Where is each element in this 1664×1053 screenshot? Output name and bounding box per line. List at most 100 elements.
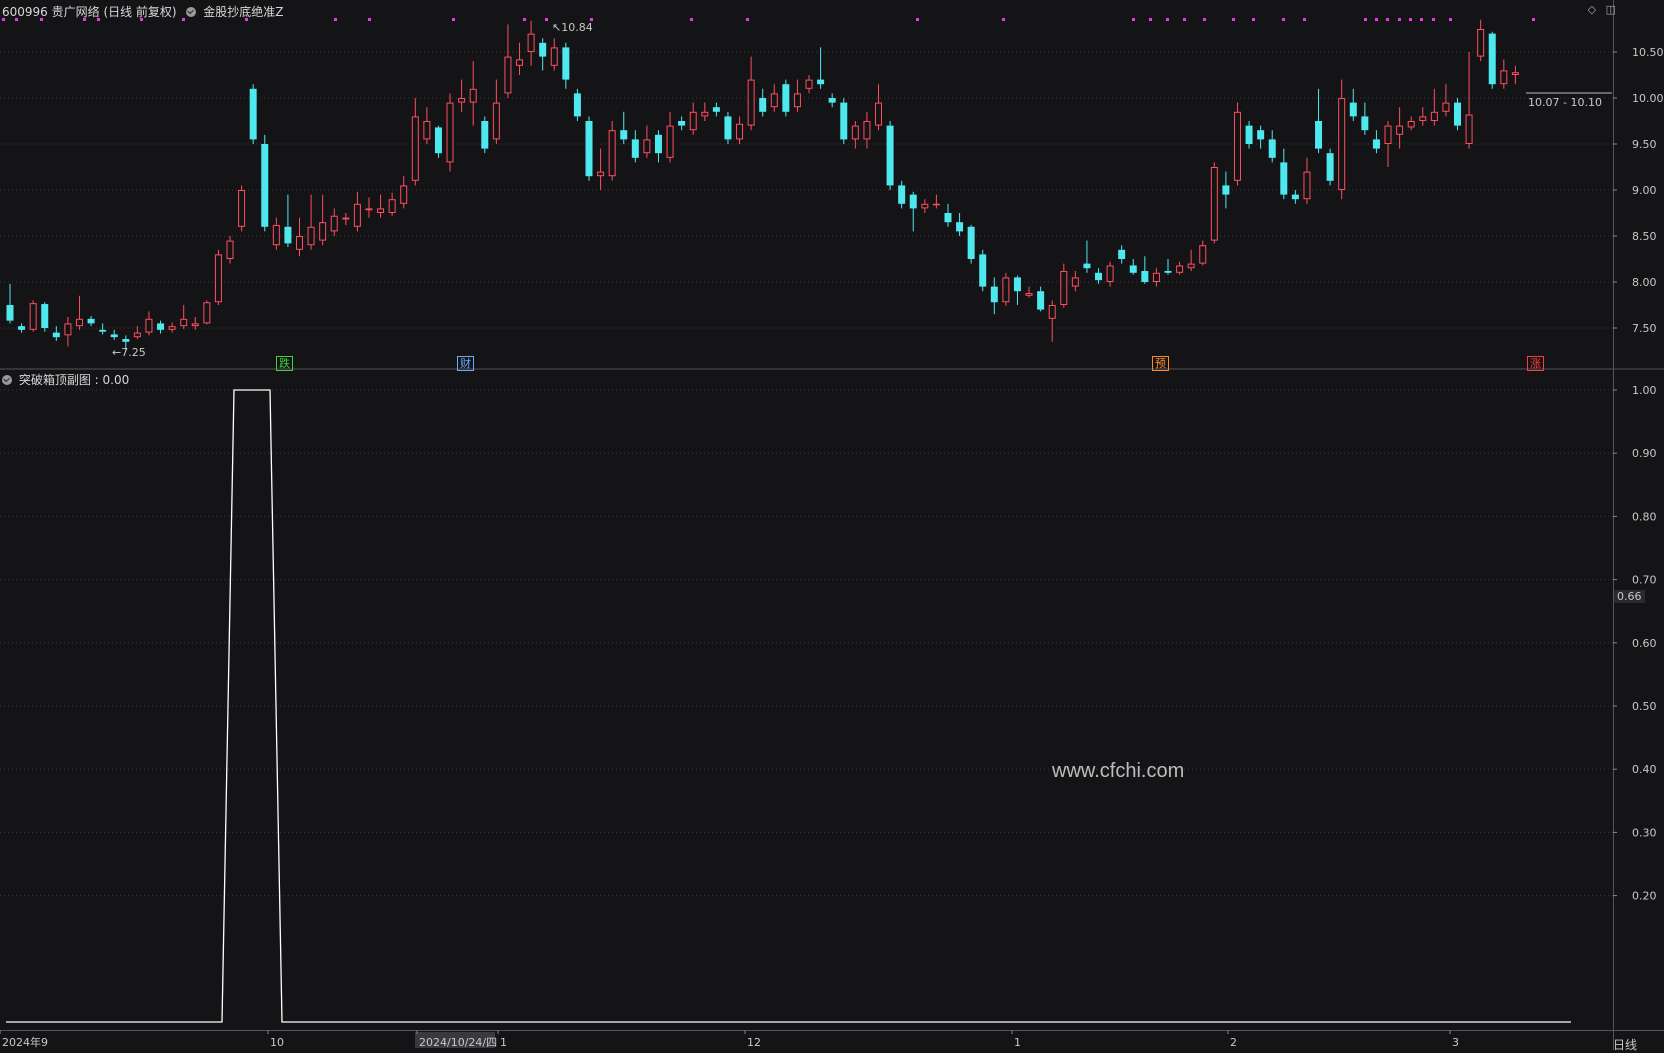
candle-body: [1118, 249, 1126, 259]
stock-chart[interactable]: 10.5010.009.509.008.508.007.501.000.900.…: [0, 0, 1664, 1050]
sub-tick-label: 0.20: [1632, 890, 1657, 903]
candle-body: [886, 125, 894, 186]
candle-body: [736, 123, 744, 140]
candle-body: [712, 107, 720, 112]
candle-body: [168, 326, 176, 330]
candle-body: [1129, 265, 1137, 273]
time-tick-label: 1: [500, 1036, 507, 1049]
stock-title[interactable]: 600996 贵广网络 (日线 前复权): [2, 5, 177, 19]
candle-body: [990, 286, 998, 303]
candle-body: [1233, 111, 1241, 181]
candle-body: [1106, 265, 1114, 283]
candle-body: [110, 334, 118, 338]
signal-badge-die[interactable]: 跌: [276, 356, 293, 371]
price-tick-label: 9.50: [1632, 138, 1657, 151]
indicator-name[interactable]: 金股抄底绝准Z: [203, 5, 283, 19]
candle-body: [157, 323, 165, 330]
candle-body: [1419, 116, 1427, 122]
candle-body: [793, 93, 801, 108]
candle-body: [238, 190, 246, 227]
cursor-value-label: 0.66: [1614, 590, 1645, 603]
signal-badge-zhang[interactable]: 涨: [1527, 356, 1544, 371]
sub-tick-label: 1.00: [1632, 384, 1657, 397]
sub-tick-label: 0.70: [1632, 574, 1657, 587]
sub-chart-header: 突破箱顶副图 : 0.00: [0, 371, 129, 388]
candle-body: [1060, 270, 1068, 305]
candle-body: [122, 339, 130, 342]
candle-body: [307, 226, 315, 246]
indicator-toggle-icon[interactable]: [186, 7, 197, 17]
candle-body: [1372, 139, 1380, 149]
time-tick-label: 10: [270, 1036, 284, 1049]
signal-dot: [746, 18, 749, 21]
candle-body: [203, 302, 211, 324]
candle-body: [724, 116, 732, 140]
candle-body: [678, 121, 686, 126]
candle-body: [1315, 121, 1323, 149]
candle-body: [805, 79, 813, 89]
time-tick-label: 2024年9: [2, 1035, 48, 1049]
chart-toolbar: ◇ ◫: [1582, 3, 1616, 16]
candle-body: [1199, 245, 1207, 264]
signal-dot: [690, 18, 693, 21]
candle-body: [191, 323, 199, 327]
period-label[interactable]: 日线: [1613, 1036, 1637, 1053]
candle-body: [1280, 162, 1288, 195]
candle-body: [18, 326, 26, 330]
sub-indicator-name[interactable]: 突破箱顶副图: [19, 373, 91, 387]
candle-body: [759, 98, 767, 112]
candle-body: [562, 47, 570, 80]
candle-body: [284, 226, 292, 244]
signal-dot: [523, 18, 526, 21]
sub-indicator-toggle-icon[interactable]: [2, 375, 12, 385]
signal-dot: [1282, 18, 1285, 21]
candle-body: [1361, 116, 1369, 131]
candle-body: [1407, 121, 1415, 128]
candle-body: [909, 194, 917, 209]
signal-dot: [1183, 18, 1186, 21]
candle-body: [423, 121, 431, 140]
signal-dot: [1002, 18, 1005, 21]
candle-body: [1338, 98, 1346, 190]
window-icon[interactable]: ◫: [1606, 3, 1616, 16]
candle-body: [1500, 70, 1508, 85]
candle-body: [851, 125, 859, 140]
candle-body: [1013, 277, 1021, 292]
candle-body: [932, 203, 940, 206]
candle-body: [1349, 102, 1357, 117]
candle-body: [967, 226, 975, 259]
time-tick-label: 2024/10/24/四: [419, 1036, 497, 1049]
signal-dot: [1252, 18, 1255, 21]
candle-body: [365, 208, 373, 211]
candle-body: [1037, 291, 1045, 310]
candle-body: [1245, 125, 1253, 144]
time-tick-label: 3: [1452, 1036, 1459, 1049]
candle-body: [863, 121, 871, 140]
signal-dot: [1166, 18, 1169, 21]
candle-body: [1141, 270, 1149, 282]
time-tick-label: 12: [747, 1036, 761, 1049]
candle-body: [1384, 125, 1392, 144]
signal-badge-cai[interactable]: 财: [457, 356, 474, 371]
signal-dot: [1303, 18, 1306, 21]
candle-body: [458, 98, 466, 103]
candle-body: [319, 222, 327, 241]
candle-body: [1164, 270, 1172, 273]
candle-body: [643, 139, 651, 154]
candle-body: [377, 208, 385, 213]
candle-body: [446, 102, 454, 163]
candle-body: [180, 318, 188, 327]
candle-body: [550, 47, 558, 66]
signal-dot: [1232, 18, 1235, 21]
candle-body: [1071, 277, 1079, 287]
candle-body: [979, 254, 987, 287]
candle-body: [701, 111, 709, 117]
candle-body: [1083, 263, 1091, 269]
diamond-icon[interactable]: ◇: [1588, 3, 1596, 16]
candle-body: [353, 203, 361, 227]
candle-body: [469, 88, 477, 103]
signal-badge-yu[interactable]: 预: [1152, 356, 1169, 371]
sub-indicator-value: : 0.00: [94, 373, 130, 387]
candle-body: [1176, 265, 1184, 273]
signal-dot: [334, 18, 337, 21]
